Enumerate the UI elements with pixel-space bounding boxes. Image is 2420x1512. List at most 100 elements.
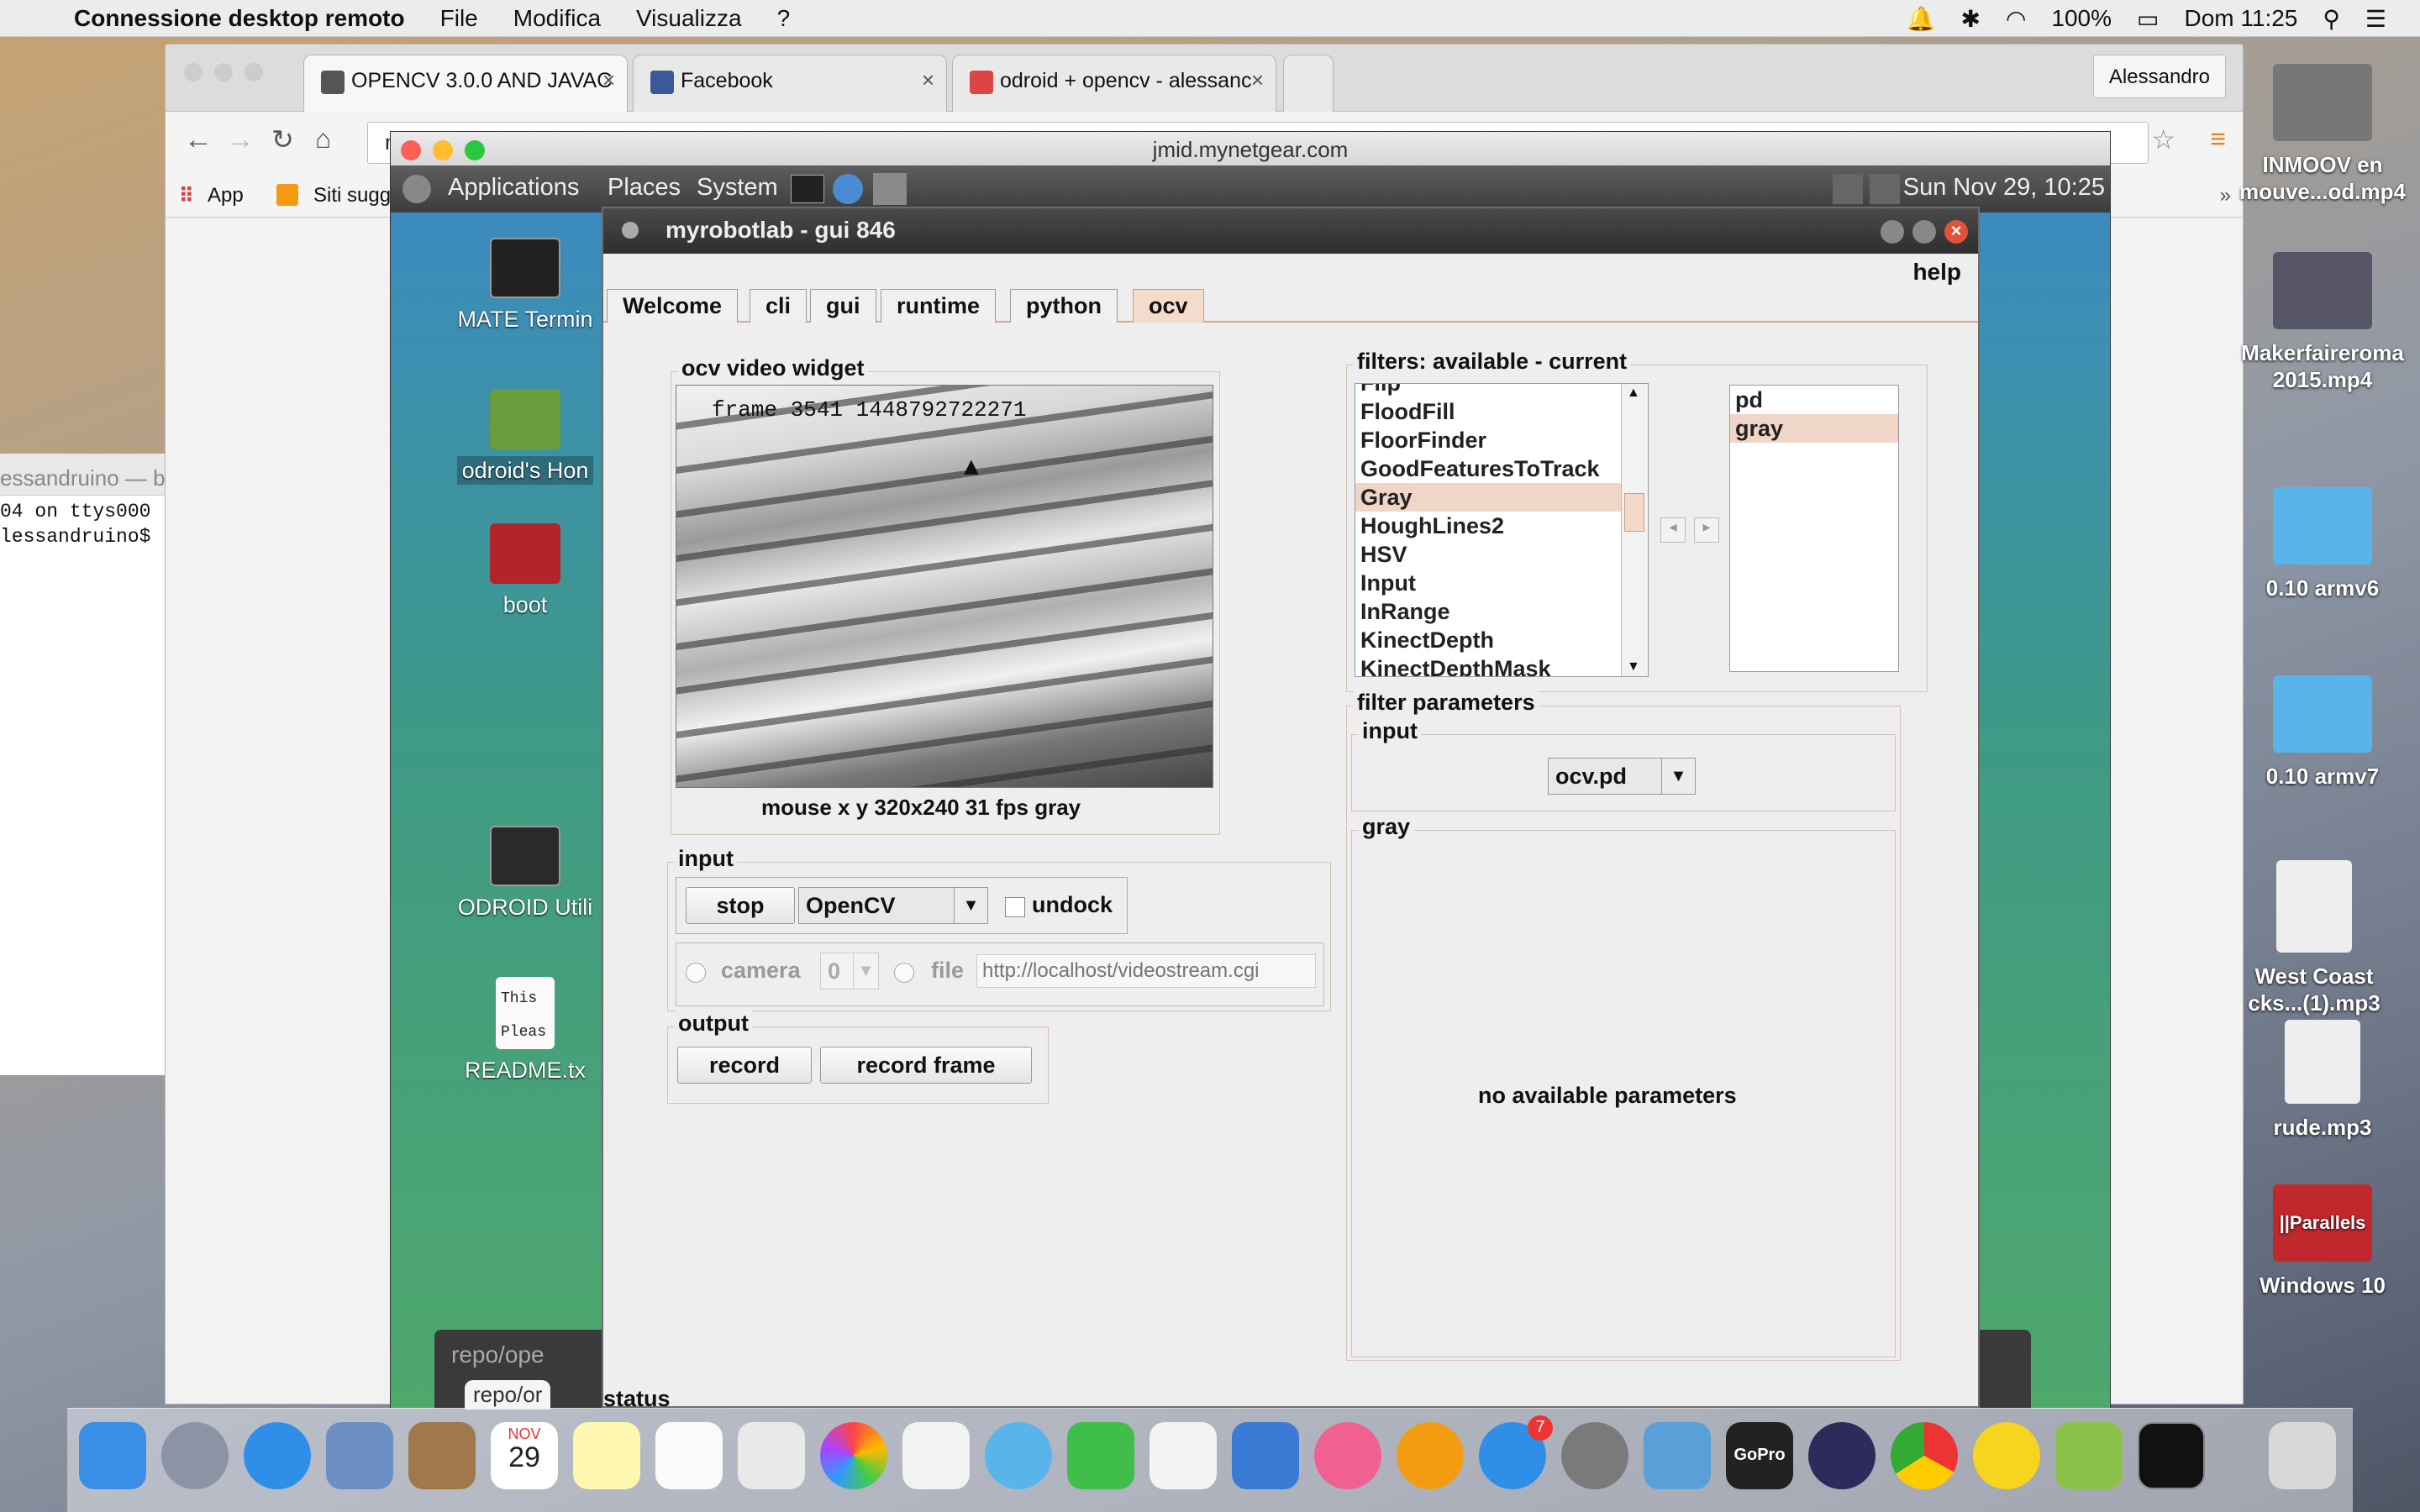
gopro-icon[interactable]: GoPro (1726, 1422, 1793, 1489)
mate-places-menu[interactable]: Places (608, 174, 681, 202)
launchpad-icon[interactable] (161, 1422, 229, 1489)
close-tab-icon[interactable]: × (602, 67, 615, 93)
maximize-icon[interactable] (1912, 220, 1936, 244)
mail-icon[interactable] (326, 1422, 393, 1489)
volume-icon[interactable] (1833, 174, 1863, 204)
close-tab-icon[interactable]: × (922, 67, 934, 93)
contacts-icon[interactable] (408, 1422, 476, 1489)
remote-zoom-button[interactable] (465, 140, 485, 160)
window-menu-icon[interactable] (622, 222, 639, 239)
browser-tab-facebook[interactable]: Facebook × (633, 55, 947, 112)
bookmark-apps[interactable]: App (208, 184, 244, 207)
filter-option[interactable]: InRange (1355, 597, 1648, 626)
notification-bell-icon[interactable]: 🔔 (1907, 5, 1936, 33)
menu-file[interactable]: File (440, 5, 478, 32)
desktop-file-rude[interactable]: rude.mp3 (2238, 1020, 2407, 1141)
background-window-tab[interactable]: repo/or (465, 1380, 551, 1410)
mate-applications-menu[interactable]: Applications (448, 174, 579, 202)
terminal-dock-icon[interactable] (2138, 1422, 2205, 1489)
eclipse-icon[interactable] (1808, 1422, 1876, 1489)
tab-python[interactable]: python (1010, 289, 1118, 323)
preview-icon[interactable] (738, 1422, 805, 1489)
desktop-icon-odroid-utility[interactable]: ODROID Utili (441, 826, 609, 921)
grabber-select[interactable]: OpenCV ▼ (798, 887, 988, 924)
forward-icon[interactable]: → (226, 123, 255, 156)
menu-help[interactable]: ? (777, 5, 791, 32)
network-icon[interactable] (1870, 174, 1900, 204)
remote-desktop-icon[interactable] (1644, 1422, 1711, 1489)
undock-checkbox[interactable] (1005, 897, 1025, 917)
profile-button[interactable]: Alessandro (2092, 55, 2226, 98)
notes-icon[interactable] (573, 1422, 640, 1489)
mate-system-menu[interactable]: System (697, 174, 778, 202)
filter-option[interactable]: FloorFinder (1355, 426, 1648, 454)
file-url-input[interactable] (976, 954, 1316, 988)
menubar-clock[interactable]: Dom 11:25 (2184, 5, 2297, 32)
tab-welcome[interactable]: Welcome (607, 289, 739, 323)
desktop-icon-boot[interactable]: boot (441, 523, 609, 618)
desktop-file-westcoast[interactable]: West Coast cks...(1).mp3 (2238, 860, 2390, 1016)
filter-option[interactable]: KinectDepth (1355, 626, 1648, 654)
available-filters-list[interactable]: Flip FloodFill FloorFinder GoodFeaturesToTr… (1355, 383, 1649, 677)
safari-icon[interactable] (244, 1422, 311, 1489)
bookmark-star-icon[interactable]: ☆ (2151, 123, 2175, 155)
desktop-vm-windows10[interactable]: ||Parallels Windows 10 (2238, 1184, 2407, 1299)
filter-option[interactable]: HoughLines2 (1355, 512, 1648, 540)
battery-icon[interactable]: ▭ (2137, 5, 2159, 33)
messages-icon[interactable] (985, 1422, 1052, 1489)
facetime-icon[interactable] (1067, 1422, 1134, 1489)
window-minimize-button[interactable] (214, 63, 233, 81)
scroll-up-icon[interactable]: ▲ (1627, 386, 1640, 401)
desktop-file-inmoov[interactable]: INMOOV en mouve...od.mp4 (2238, 64, 2407, 205)
video-frame[interactable]: frame 3541 1448792722271 ▲ (676, 385, 1213, 788)
desktop-file-makerfaire[interactable]: Makerfaireroma 2015.mp4 (2238, 252, 2407, 393)
tab-cli[interactable]: cli (750, 289, 808, 323)
numbers-icon[interactable] (902, 1422, 970, 1489)
spotlight-search-icon[interactable]: ⚲ (2323, 5, 2340, 33)
browser-launcher-icon[interactable] (833, 174, 863, 204)
keynote-icon[interactable] (1232, 1422, 1299, 1489)
terminal-launcher-icon[interactable] (791, 175, 824, 203)
current-filters-list[interactable]: pd gray (1729, 385, 1899, 672)
current-filter-item[interactable]: pd (1730, 386, 1898, 414)
browser-tab-opencv[interactable]: OPENCV 3.0.0 AND JAVAC × (303, 55, 628, 112)
desktop-folder-armv7[interactable]: 0.10 armv7 (2238, 675, 2407, 790)
remove-filter-arrow-icon[interactable]: ◂ (1660, 517, 1686, 543)
apps-grid-icon[interactable]: ⠿ (179, 184, 194, 208)
system-preferences-icon[interactable] (1561, 1422, 1628, 1489)
add-filter-arrow-icon[interactable]: ▸ (1694, 517, 1719, 543)
filter-option[interactable]: Flip (1355, 384, 1648, 397)
ibooks-icon[interactable] (1397, 1422, 1464, 1489)
camera-index-select[interactable]: 0 ▼ (820, 953, 879, 990)
chrome-menu-icon[interactable]: ≡ (2210, 123, 2226, 155)
battery-percent[interactable]: 100% (2051, 5, 2112, 32)
bluetooth-icon[interactable]: ✱ (1960, 5, 1980, 33)
mate-clock[interactable]: Sun Nov 29, 10:25 (1903, 174, 2105, 202)
close-tab-icon[interactable]: × (1251, 67, 1264, 93)
back-icon[interactable]: ← (184, 123, 213, 156)
desktop-folder-armv6[interactable]: 0.10 armv6 (2238, 487, 2407, 601)
help-menu[interactable]: help (1912, 259, 1961, 286)
pages-icon[interactable] (1150, 1422, 1217, 1489)
app-menu[interactable]: Connessione desktop remoto (74, 5, 405, 32)
window-zoom-button[interactable] (245, 63, 263, 81)
window-close-button[interactable] (184, 63, 203, 81)
cyberduck-icon[interactable] (1973, 1422, 2040, 1489)
current-filter-item[interactable]: gray (1730, 414, 1898, 443)
terminal-window[interactable]: essandruino — b 04 on ttys000 lessandrui… (0, 454, 165, 1075)
tab-ocv[interactable]: ocv (1133, 289, 1204, 323)
filter-option[interactable]: KinectDepthMask (1355, 654, 1648, 676)
scroll-down-icon[interactable]: ▼ (1627, 659, 1640, 675)
close-icon[interactable]: × (1944, 220, 1968, 244)
file-manager-launcher-icon[interactable] (873, 173, 907, 205)
new-tab-button[interactable] (1283, 55, 1334, 112)
stop-button[interactable]: stop (686, 887, 795, 924)
browser-tab-gmail[interactable]: odroid + opencv - alessanc × (952, 55, 1276, 112)
reminders-icon[interactable] (655, 1422, 723, 1489)
bookmarks-overflow-icon[interactable]: » (2220, 184, 2231, 207)
params-input-select[interactable]: ocv.pd ▼ (1548, 758, 1696, 795)
home-icon[interactable]: ⌂ (315, 123, 331, 155)
filter-option[interactable]: GoodFeaturesToTrack (1355, 454, 1648, 483)
wifi-icon[interactable]: ◠ (2006, 5, 2026, 33)
filter-option[interactable]: HSV (1355, 540, 1648, 569)
